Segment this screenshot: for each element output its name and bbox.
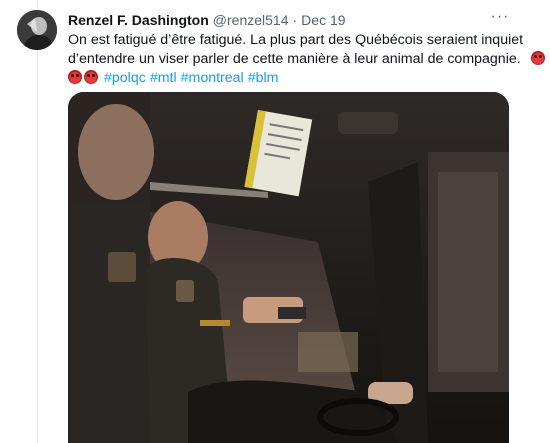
separator: · xyxy=(292,12,298,28)
avatar[interactable] xyxy=(17,10,57,50)
author-name[interactable]: Renzel F. Dashington xyxy=(68,12,209,28)
tweet-text-line: d’entendre un viser parler de cette mani… xyxy=(68,50,545,69)
tweet-header: Renzel F. Dashington @renzel514 · Dec 19 xyxy=(68,10,346,30)
tweet-date[interactable]: Dec 19 xyxy=(301,12,345,28)
tweet-text-line-2: d’entendre un viser parler de cette mani… xyxy=(68,51,521,67)
more-options-button[interactable]: ··· xyxy=(489,6,511,28)
police-car-window-scene-icon xyxy=(68,92,509,443)
profile-photo-icon xyxy=(17,10,57,50)
pouting-face-icon xyxy=(84,70,98,84)
tweet-media[interactable] xyxy=(68,92,509,443)
hashtag-line: #polqc #mtl #montreal #blm xyxy=(68,69,528,88)
hashtag-mtl[interactable]: #mtl xyxy=(150,70,177,86)
tweet[interactable]: Renzel F. Dashington @renzel514 · Dec 19… xyxy=(0,0,550,443)
author-handle[interactable]: @renzel514 xyxy=(213,12,289,28)
tweet-text-line-1: On est fatigué d’être fatigué. La plus p… xyxy=(68,32,524,48)
pouting-face-icon xyxy=(68,70,82,84)
pouting-face-icon xyxy=(530,51,545,65)
hashtag-blm[interactable]: #blm xyxy=(248,70,279,86)
tweet-text: On est fatigué d’être fatigué. La plus p… xyxy=(68,31,545,88)
hashtag-montreal[interactable]: #montreal xyxy=(181,70,244,86)
hashtag-polqc[interactable]: #polqc xyxy=(104,70,146,86)
tweet-text-line: On est fatigué d’être fatigué. La plus p… xyxy=(68,31,528,50)
ellipsis-icon: ··· xyxy=(490,8,510,25)
